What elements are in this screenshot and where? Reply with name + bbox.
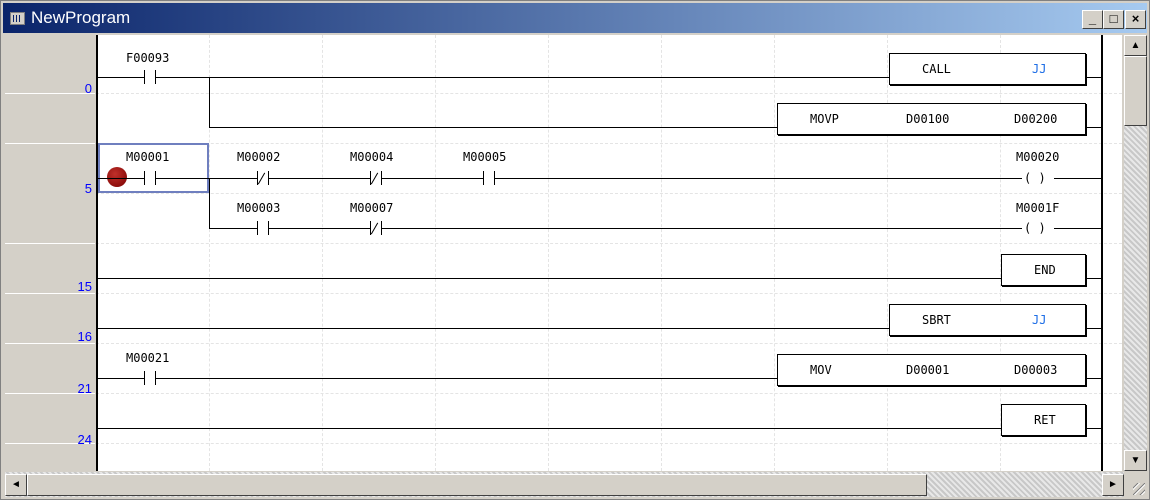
contact-nc[interactable] — [249, 171, 277, 185]
vertical-scroll-thumb[interactable] — [1124, 56, 1147, 126]
contact-label: M00002 — [237, 150, 281, 164]
breakpoint-icon[interactable] — [107, 167, 127, 187]
horizontal-scrollbar[interactable]: ◄ ► — [5, 472, 1124, 497]
title-bar[interactable]: NewProgram _ □ × — [3, 3, 1147, 33]
rung-number-column: 0 5 15 16 21 24 — [5, 35, 95, 471]
contact-label: M00001 — [126, 150, 170, 164]
program-window: NewProgram _ □ × 0 5 15 16 21 24 F00093 … — [0, 0, 1150, 500]
instruction-arg: JJ — [1032, 62, 1047, 76]
contact-nc[interactable] — [362, 171, 390, 185]
function-block-movp[interactable]: MOVP D00100 D00200 — [777, 103, 1086, 135]
function-block-ret[interactable]: RET — [1001, 404, 1086, 436]
resize-grip-icon[interactable] — [1124, 472, 1147, 497]
contact-label: F00093 — [126, 51, 170, 65]
coil-output[interactable]: ( ) — [1024, 221, 1052, 235]
close-button[interactable]: × — [1125, 10, 1146, 29]
scroll-right-icon[interactable]: ► — [1102, 474, 1124, 496]
scroll-up-icon[interactable]: ▲ — [1124, 35, 1147, 56]
contact-label: M00021 — [126, 351, 170, 365]
rung-number[interactable]: 21 — [78, 381, 92, 396]
ladder-canvas[interactable]: F00093 CALL JJ MOVP D00100 D00200 M00001… — [96, 35, 1122, 471]
function-block-call[interactable]: CALL JJ — [889, 53, 1086, 85]
function-block-end[interactable]: END — [1001, 254, 1086, 286]
instruction-op: RET — [1034, 413, 1056, 427]
function-block-mov[interactable]: MOV D00001 D00003 — [777, 354, 1086, 386]
right-power-rail — [1101, 35, 1103, 471]
instruction-op: MOVP — [810, 112, 839, 126]
vertical-scrollbar[interactable]: ▲ ▼ — [1124, 35, 1147, 471]
scroll-left-icon[interactable]: ◄ — [5, 474, 27, 496]
contact-label: M00005 — [463, 150, 507, 164]
coil-label: M00020 — [1016, 150, 1060, 164]
window-title: NewProgram — [31, 8, 131, 27]
contact-no[interactable] — [475, 171, 503, 185]
instruction-op: CALL — [922, 62, 951, 76]
instruction-op: END — [1034, 263, 1056, 277]
rung-number[interactable]: 0 — [85, 81, 92, 96]
restore-button[interactable]: □ — [1103, 10, 1124, 29]
contact-no[interactable] — [136, 70, 164, 84]
function-block-sbrt[interactable]: SBRT JJ — [889, 304, 1086, 336]
coil-label: M0001F — [1016, 201, 1060, 215]
rung-number[interactable]: 5 — [85, 181, 92, 196]
instruction-arg: D00200 — [1014, 112, 1058, 126]
contact-no[interactable] — [136, 171, 164, 185]
instruction-op: MOV — [810, 363, 832, 377]
rung-number[interactable]: 16 — [78, 329, 92, 344]
minimize-button[interactable]: _ — [1082, 10, 1103, 29]
rung-number[interactable]: 24 — [78, 432, 92, 447]
instruction-arg: D00100 — [906, 112, 950, 126]
contact-no[interactable] — [136, 371, 164, 385]
contact-label: M00004 — [350, 150, 394, 164]
left-power-rail — [96, 35, 98, 471]
contact-no[interactable] — [249, 221, 277, 235]
instruction-arg: D00003 — [1014, 363, 1058, 377]
ladder-program-icon — [10, 12, 25, 25]
contact-nc[interactable] — [362, 221, 390, 235]
instruction-arg: JJ — [1032, 313, 1047, 327]
coil-output[interactable]: ( ) — [1024, 171, 1052, 185]
instruction-op: SBRT — [922, 313, 951, 327]
contact-label: M00007 — [350, 201, 394, 215]
scroll-down-icon[interactable]: ▼ — [1124, 450, 1147, 471]
contact-label: M00003 — [237, 201, 281, 215]
horizontal-scroll-thumb[interactable] — [27, 474, 927, 496]
rung-number[interactable]: 15 — [78, 279, 92, 294]
instruction-arg: D00001 — [906, 363, 950, 377]
